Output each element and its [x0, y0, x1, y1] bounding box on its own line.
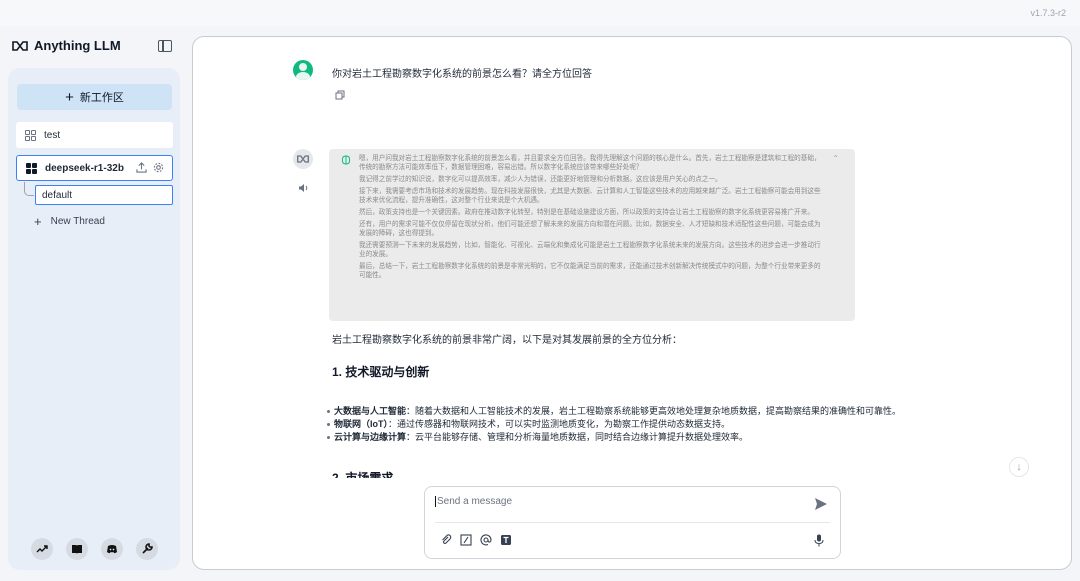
community-icon[interactable]: [31, 538, 53, 560]
workspace-item-test[interactable]: test: [16, 122, 173, 148]
divider: [435, 522, 830, 523]
user-avatar: [293, 60, 313, 80]
collapse-chevron-icon[interactable]: ⌃: [832, 154, 839, 163]
thinking-paragraph: 接下来，我需要考虑市场和技术的发展趋势。现在科技发展很快，尤其是大数据、云计算和…: [359, 188, 821, 204]
workspace-icon: [25, 129, 36, 141]
new-thread-label: New Thread: [50, 216, 105, 227]
docs-icon[interactable]: [66, 538, 88, 560]
logo-icon: [297, 155, 309, 163]
assistant-avatar: [293, 149, 313, 169]
scroll-down-icon[interactable]: ↓: [1009, 457, 1029, 477]
thinking-paragraph: 然后，政策支持也是一个关键因素。政府在推动数字化转型，特别是在基础设施建设方面，…: [359, 209, 814, 216]
list-item: 云计算与边缘计算：云平台能够存储、管理和分析海量地质数据，同时结合边缘计算提升数…: [327, 431, 901, 444]
copy-icon[interactable]: [335, 90, 345, 100]
sidebar-toggle-icon[interactable]: [158, 40, 172, 52]
thinking-paragraph: 我还需要预测一下未来的发展趋势，比如，智能化、可视化、云端化和集成化可能是岩土工…: [359, 242, 821, 258]
user-message: 你对岩土工程勘察数字化系统的前景怎么看？请全方位回答: [332, 69, 592, 80]
thread-connector: [24, 182, 34, 196]
discord-icon[interactable]: [101, 538, 123, 560]
at-mention-icon[interactable]: [480, 534, 492, 546]
attach-icon[interactable]: [440, 534, 452, 546]
new-workspace-button[interactable]: + 新工作区: [17, 84, 172, 110]
slash-command-icon[interactable]: [460, 534, 472, 546]
workspace-icon: [26, 162, 37, 174]
workspace-name: deepseek-r1-32b: [45, 162, 124, 174]
composer-tools: [440, 534, 512, 546]
bullet-list: 大数据与人工智能：随着大数据和人工智能技术的发展，岩土工程勘察系统能够更高效地处…: [327, 405, 901, 444]
plus-icon: +: [34, 214, 42, 229]
upload-icon[interactable]: [136, 162, 147, 173]
workspace-name: test: [44, 129, 61, 141]
chat-panel: 你对岩土工程勘察数字化系统的前景怎么看？请全方位回答 ⌃ 嗯，用户问我对岩土工程…: [192, 36, 1072, 570]
microphone-icon[interactable]: [814, 534, 824, 547]
thinking-paragraph: 我记得之前学过的知识说，数字化可以提高效率，减少人为错误，还能更好地管理和分析数…: [359, 176, 722, 183]
app-name: Anything LLM: [34, 38, 121, 53]
thinking-paragraph: 还有，用户的需求可能不仅仅停留在现状分析，他们可能还想了解未来的发展方向和潜在问…: [359, 221, 821, 237]
version-label: v1.7.3-r2: [1030, 8, 1066, 18]
sidebar-footer: [31, 538, 158, 560]
section-heading: 1. 技术驱动与创新: [332, 365, 430, 379]
workspace-item-deepseek[interactable]: deepseek-r1-32b: [16, 155, 173, 181]
new-workspace-label: 新工作区: [79, 92, 124, 104]
message-composer: [424, 486, 841, 559]
app-logo: Anything LLM: [12, 38, 121, 53]
message-input[interactable]: [435, 496, 795, 507]
gear-icon[interactable]: [153, 162, 164, 173]
thread-item-default[interactable]: default: [35, 185, 173, 205]
answer-intro: 岩土工程勘察数字化系统的前景非常广阔，以下是对其发展前景的全方位分析：: [332, 335, 682, 346]
text-size-icon[interactable]: [500, 534, 512, 546]
thinking-paragraph: 嗯，用户问我对岩土工程勘察数字化系统的前景怎么看，并且要求全方位回答。我得先理解…: [359, 155, 821, 171]
thinking-paragraph: 最后，总结一下，岩土工程勘察数字化系统的前景是非常光明的，它不仅能满足当前的需求…: [359, 263, 821, 279]
brain-icon: [341, 155, 351, 165]
list-item: 大数据与人工智能：随着大数据和人工智能技术的发展，岩土工程勘察系统能够更高效地处…: [327, 405, 901, 418]
new-thread-button[interactable]: + New Thread: [34, 214, 105, 229]
list-item: 物联网（IoT）：通过传感器和物联网技术，可以实时监测地质变化，为勘察工作提供动…: [327, 418, 901, 431]
section-heading: 2. 市场需求: [332, 471, 394, 478]
plus-icon: +: [65, 88, 74, 106]
send-icon[interactable]: [814, 497, 828, 511]
thinking-block: ⌃ 嗯，用户问我对岩土工程勘察数字化系统的前景怎么看，并且要求全方位回答。我得先…: [329, 149, 855, 321]
settings-icon[interactable]: [136, 538, 158, 560]
speaker-icon[interactable]: [298, 183, 309, 193]
window-top-bar: v1.7.3-r2: [0, 0, 1080, 26]
logo-icon: [12, 40, 28, 51]
